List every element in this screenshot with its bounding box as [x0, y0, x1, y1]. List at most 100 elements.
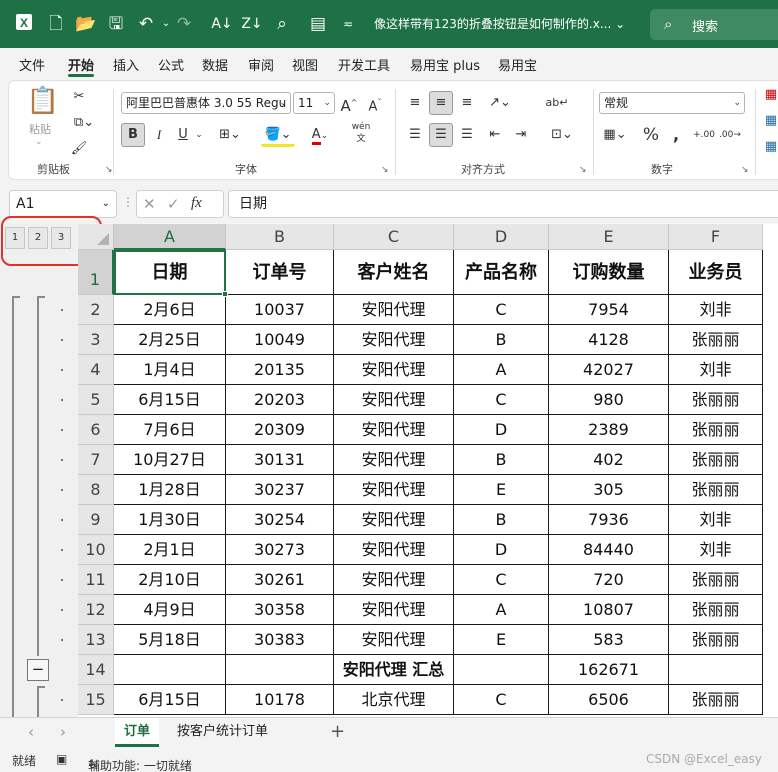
alignment-launcher-icon[interactable]: ↘	[579, 165, 587, 175]
row-header[interactable]: 5	[78, 385, 114, 415]
paste-label[interactable]: 粘贴	[29, 121, 51, 137]
table-cell[interactable]: 30261	[226, 565, 334, 595]
table-cell[interactable]: 10807	[549, 595, 669, 625]
menu-formulas[interactable]: 公式	[158, 55, 184, 74]
row-header[interactable]: 11	[78, 565, 114, 595]
table-cell[interactable]: 2月6日	[114, 295, 226, 325]
format-table-icon[interactable]: ▦	[763, 109, 778, 133]
table-cell[interactable]: 安阳代理	[334, 355, 454, 385]
table-cell[interactable]: 10037	[226, 295, 334, 325]
cut-icon[interactable]: ✂	[67, 85, 91, 109]
table-cell[interactable]: 84440	[549, 535, 669, 565]
align-center-icon[interactable]: ☰	[429, 123, 453, 147]
table-cell[interactable]: C	[454, 565, 549, 595]
orientation-icon[interactable]: ↗⌄	[483, 91, 517, 115]
font-color-button[interactable]: A⌄	[303, 123, 337, 147]
table-cell[interactable]: 6506	[549, 685, 669, 715]
formula-input[interactable]: 日期	[228, 190, 778, 218]
table-cell[interactable]: 10178	[226, 685, 334, 715]
align-left-icon[interactable]: ☰	[403, 123, 427, 147]
table-cell[interactable]: 张丽丽	[669, 595, 763, 625]
table-cell[interactable]: 30358	[226, 595, 334, 625]
table-cell[interactable]: 安阳代理	[334, 295, 454, 325]
table-cell[interactable]: 980	[549, 385, 669, 415]
row-header[interactable]: 3	[78, 325, 114, 355]
merge-center-icon[interactable]: ⊡⌄	[545, 123, 579, 147]
search-box[interactable]: ⌕ 搜索	[650, 9, 778, 40]
table-cell[interactable]: 4128	[549, 325, 669, 355]
menu-data[interactable]: 数据	[202, 55, 228, 74]
table-cell[interactable]: 2月1日	[114, 535, 226, 565]
bold-button[interactable]: B	[121, 123, 145, 147]
table-cell[interactable]: 张丽丽	[669, 565, 763, 595]
table-cell[interactable]: 1月30日	[114, 505, 226, 535]
row-header[interactable]: 7	[78, 445, 114, 475]
table-cell[interactable]: C	[454, 295, 549, 325]
underline-dropdown-icon[interactable]: ⌄	[193, 123, 205, 147]
sheet-tab-by-customer[interactable]: 按客户统计订单	[168, 718, 277, 747]
number-format-select[interactable]: 常规 ⌄	[599, 92, 745, 114]
font-name-select[interactable]: 阿里巴巴普惠体 3.0 55 Regu ⌄	[121, 92, 291, 114]
percent-icon[interactable]: %	[641, 123, 661, 147]
conditional-format-icon[interactable]: ▦	[763, 83, 778, 107]
column-header-e[interactable]: E	[549, 224, 669, 250]
table-cell[interactable]: 安阳代理	[334, 535, 454, 565]
table-cell[interactable]: 安阳代理	[334, 595, 454, 625]
table-cell[interactable]: 10月27日	[114, 445, 226, 475]
table-header-cell[interactable]: 订单号	[226, 250, 334, 295]
row-header[interactable]: 9	[78, 505, 114, 535]
table-cell[interactable]: 162671	[549, 655, 669, 685]
format-painter-icon[interactable]: 🖌	[67, 137, 91, 161]
font-launcher-icon[interactable]: ↘	[381, 165, 389, 175]
table-cell[interactable]: D	[454, 415, 549, 445]
menu-home[interactable]: 开始	[68, 55, 94, 74]
fill-color-icon[interactable]: 🪣⌄	[261, 123, 295, 147]
shrink-font-button[interactable]: Aˇ	[365, 91, 385, 115]
phonetic-icon[interactable]: wén 文	[347, 121, 375, 145]
row-header[interactable]: 13	[78, 625, 114, 655]
table-cell[interactable]: 30383	[226, 625, 334, 655]
table-cell[interactable]: 402	[549, 445, 669, 475]
enter-icon[interactable]: ✓	[167, 195, 180, 213]
table-cell[interactable]: 安阳代理	[334, 475, 454, 505]
table-cell[interactable]: 刘非	[669, 505, 763, 535]
grow-font-button[interactable]: A^	[339, 91, 359, 115]
menu-insert[interactable]: 插入	[113, 55, 139, 74]
table-cell[interactable]: 安阳代理	[334, 625, 454, 655]
table-cell[interactable]: 张丽丽	[669, 625, 763, 655]
table-header-cell[interactable]: 客户姓名	[334, 250, 454, 295]
copy-icon[interactable]: ⧉⌄	[67, 111, 101, 135]
column-header-c[interactable]: C	[334, 224, 454, 250]
table-cell[interactable]: 30237	[226, 475, 334, 505]
table-cell[interactable]: A	[454, 355, 549, 385]
row-header[interactable]: 1	[78, 250, 114, 295]
row-header[interactable]: 12	[78, 595, 114, 625]
table-header-cell[interactable]: 业务员	[669, 250, 763, 295]
underline-button[interactable]: U	[173, 123, 193, 147]
table-cell[interactable]: 30273	[226, 535, 334, 565]
macro-record-icon[interactable]: ▣	[56, 752, 67, 766]
table-cell[interactable]: 安阳代理	[334, 385, 454, 415]
table-cell[interactable]: 30131	[226, 445, 334, 475]
wrap-text-icon[interactable]: ab↵	[545, 91, 569, 115]
row-header[interactable]: 14	[78, 655, 114, 685]
save-icon[interactable]: 🖫	[104, 12, 128, 36]
decrease-indent-icon[interactable]: ⇤	[483, 123, 507, 147]
table-cell[interactable]: 张丽丽	[669, 475, 763, 505]
table-cell[interactable]: 720	[549, 565, 669, 595]
comma-style-icon[interactable]: ,	[667, 123, 685, 147]
align-right-icon[interactable]: ☰	[455, 123, 479, 147]
clipboard-launcher-icon[interactable]: ↘	[105, 165, 113, 175]
customize-toolbar-icon[interactable]: ≂	[336, 12, 360, 36]
table-cell[interactable]: A	[454, 595, 549, 625]
table-cell[interactable]: 安阳代理	[334, 445, 454, 475]
table-cell[interactable]: C	[454, 685, 549, 715]
table-cell[interactable]: 4月9日	[114, 595, 226, 625]
column-header-f[interactable]: F	[669, 224, 763, 250]
table-cell[interactable]: 20135	[226, 355, 334, 385]
table-cell[interactable]: B	[454, 445, 549, 475]
outline-collapse-button[interactable]: −	[27, 659, 49, 681]
add-sheet-icon[interactable]: +	[330, 721, 345, 742]
table-cell[interactable]: E	[454, 475, 549, 505]
table-cell[interactable]: 42027	[549, 355, 669, 385]
